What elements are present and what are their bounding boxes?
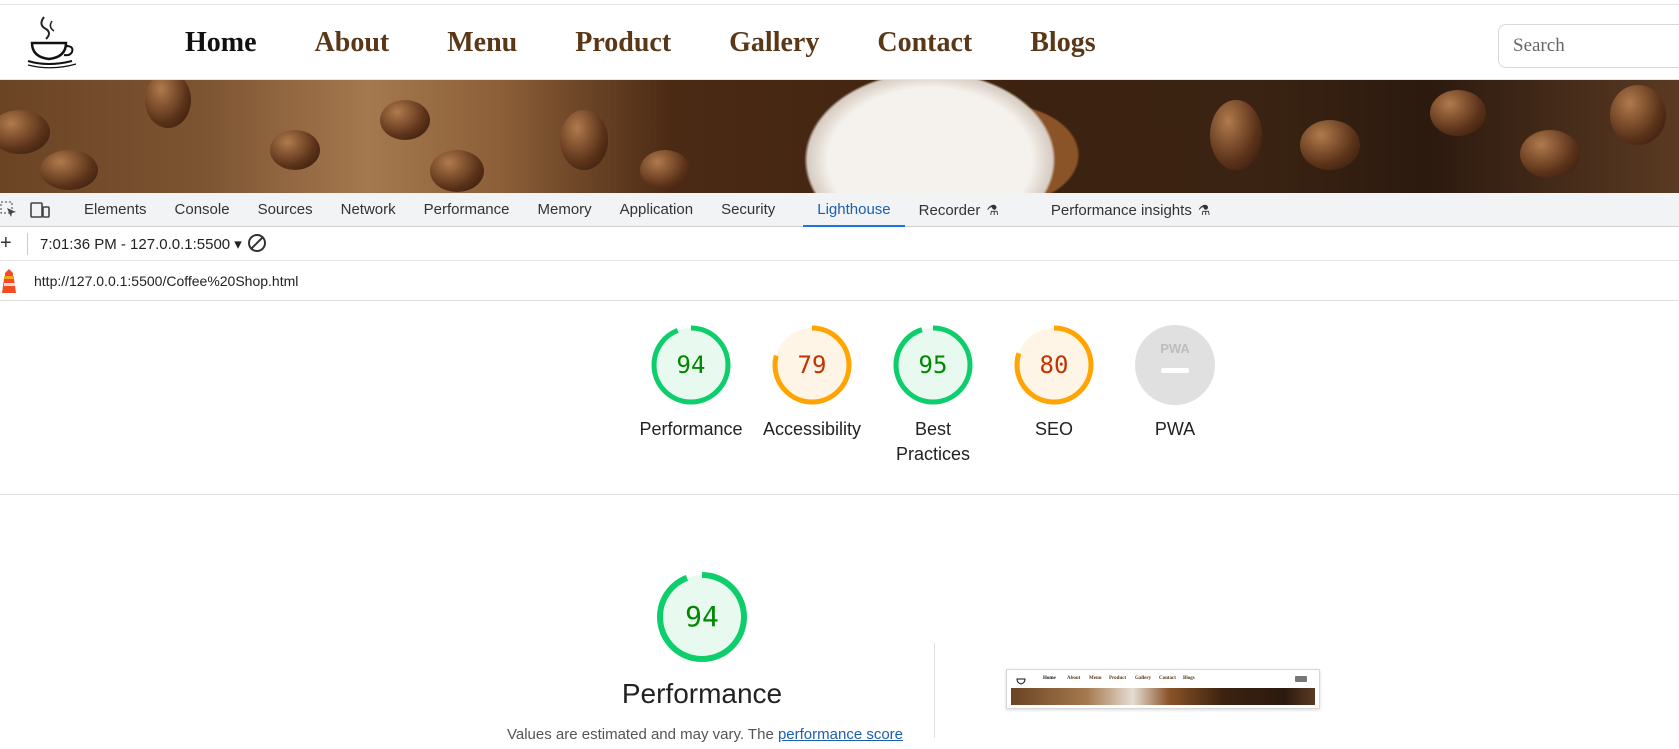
nav-blogs[interactable]: Blogs xyxy=(1030,27,1095,59)
nav-menu[interactable]: Menu xyxy=(447,27,517,59)
gauge-best-practices[interactable]: 95 xyxy=(893,325,973,405)
gauge-label: Performance xyxy=(639,419,743,439)
performance-score-gauge: 94 xyxy=(656,571,748,663)
nav-about[interactable]: About xyxy=(315,27,390,59)
nav-gallery[interactable]: Gallery xyxy=(729,27,819,59)
vertical-divider xyxy=(934,643,935,738)
performance-heading: Performance xyxy=(621,678,783,709)
gauge-label: SEO xyxy=(1034,419,1073,439)
page-screenshot-thumbnail[interactable]: Home About Menu Product Gallery Contact … xyxy=(1006,669,1320,709)
tab-sources[interactable]: Sources xyxy=(258,193,313,227)
nav-contact[interactable]: Contact xyxy=(877,27,972,59)
tab-performance-insights[interactable]: Performance insights ⚗ xyxy=(1051,193,1210,227)
lighthouse-icon xyxy=(0,269,18,293)
gauge-label: Best Practices xyxy=(895,419,971,464)
gauge-label: Accessibility xyxy=(762,419,862,439)
nav-home[interactable]: Home xyxy=(185,27,257,59)
nav-links: Home About Menu Product Gallery Contact … xyxy=(185,27,1154,59)
report-select-dropdown[interactable]: 7:01:36 PM - 127.0.0.1:5500 ▾ xyxy=(40,235,242,253)
gauge-seo[interactable]: 80 xyxy=(1014,325,1094,405)
gauge-performance[interactable]: 94 xyxy=(651,325,731,405)
new-report-plus-icon[interactable]: + xyxy=(0,232,12,255)
hero-banner-image xyxy=(0,80,1679,193)
report-url-row: http://127.0.0.1:5500/Coffee%20Shop.html xyxy=(0,261,1679,301)
thumbnail-hero xyxy=(1011,688,1315,705)
nav-product[interactable]: Product xyxy=(575,27,671,59)
report-url[interactable]: http://127.0.0.1:5500/Coffee%20Shop.html xyxy=(34,273,298,289)
gauge-accessibility[interactable]: 79 xyxy=(772,325,852,405)
devtools-tabs: Elements Console Sources Network Perform… xyxy=(84,193,1238,227)
inspect-element-icon[interactable] xyxy=(0,201,18,219)
tab-network[interactable]: Network xyxy=(341,193,396,227)
tab-console[interactable]: Console xyxy=(175,193,230,227)
performance-note: Values are estimated and may vary. The p… xyxy=(440,726,970,743)
tab-performance[interactable]: Performance xyxy=(424,193,510,227)
pwa-badge-text: PWA xyxy=(1160,341,1190,356)
performance-note-text: Values are estimated and may vary. The xyxy=(506,726,778,743)
search-input[interactable]: Search xyxy=(1498,24,1679,68)
performance-score-value: 94 xyxy=(685,600,719,633)
tab-lighthouse[interactable]: Lighthouse xyxy=(803,193,906,227)
gauge-score-value: 94 xyxy=(676,351,706,379)
tab-recorder-label: Recorder xyxy=(918,202,981,219)
experiment-flask-icon: ⚗ xyxy=(986,202,999,218)
gauge-label: PWA xyxy=(1154,419,1196,439)
site-navbar: Home About Menu Product Gallery Contact … xyxy=(0,4,1679,80)
gauge-pwa[interactable]: PWA xyxy=(1135,325,1215,405)
gauge-score-value: 95 xyxy=(918,351,948,379)
tab-elements[interactable]: Elements xyxy=(84,193,147,227)
coffee-logo[interactable] xyxy=(26,15,112,71)
tab-memory[interactable]: Memory xyxy=(538,193,592,227)
devtools-tab-bar: Elements Console Sources Network Perform… xyxy=(0,193,1679,227)
performance-score-link[interactable]: performance score xyxy=(778,726,903,743)
section-divider xyxy=(0,494,1679,495)
tab-performance-insights-label: Performance insights xyxy=(1050,202,1192,219)
experiment-flask-icon: ⚗ xyxy=(1197,202,1211,218)
tab-recorder[interactable]: Recorder ⚗ xyxy=(919,193,999,227)
tab-security[interactable]: Security xyxy=(721,193,775,227)
gauge-score-value: 79 xyxy=(797,351,827,379)
clear-reports-icon[interactable] xyxy=(248,234,266,252)
device-toolbar-icon[interactable] xyxy=(30,201,50,219)
tab-application[interactable]: Application xyxy=(620,193,693,227)
toolbar-divider xyxy=(27,233,28,255)
lighthouse-toolbar: + 7:01:36 PM - 127.0.0.1:5500 ▾ xyxy=(0,227,1679,261)
thumbnail-nav: Home About Menu Product Gallery Contact … xyxy=(1007,670,1319,688)
gauge-score-value: 80 xyxy=(1039,351,1069,379)
